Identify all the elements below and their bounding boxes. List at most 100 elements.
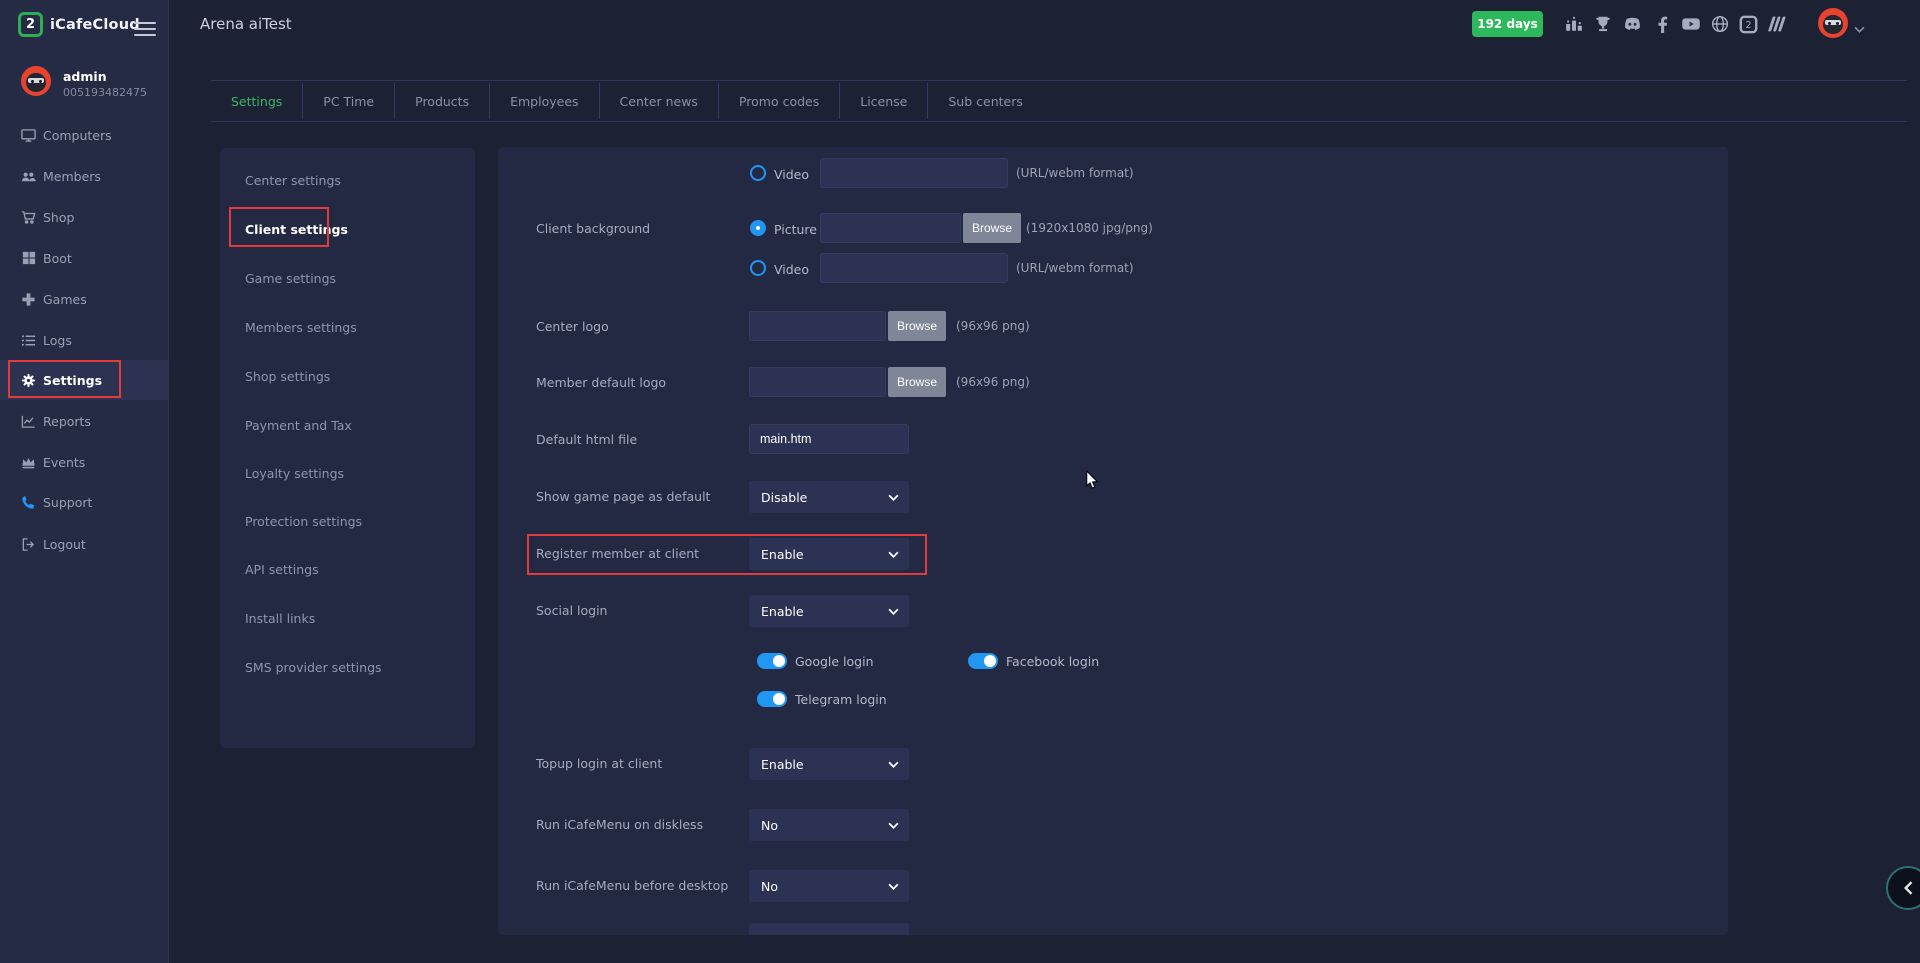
tab-license[interactable]: License	[840, 81, 927, 121]
field-label: Topup login at client	[536, 756, 662, 771]
chevron-down-icon[interactable]	[1854, 18, 1865, 37]
layers-icon[interactable]	[1767, 13, 1789, 35]
logout-icon	[21, 537, 36, 552]
telegram-login-toggle[interactable]	[757, 691, 787, 707]
settings-tabbar: Settings PC Time Products Employees Cent…	[211, 80, 1907, 122]
social-login-select[interactable]: Enable	[749, 595, 909, 627]
panel-collapse-button[interactable]	[1886, 866, 1920, 910]
menu-item-loyalty-settings[interactable]: Loyalty settings	[220, 456, 475, 490]
background-video-hint: (URL/webm format)	[1016, 261, 1134, 275]
svg-text:2: 2	[1745, 20, 1751, 31]
list-icon	[21, 333, 36, 348]
phone-icon	[21, 495, 36, 510]
sidebar-item-label: Games	[43, 292, 87, 307]
sidebar-item-games[interactable]: Games	[0, 279, 169, 319]
page-title: Arena aiTest	[200, 15, 292, 33]
menu-item-sms-provider-settings[interactable]: SMS provider settings	[220, 650, 475, 684]
sidebar-item-label: Computers	[43, 128, 112, 143]
tab-pc-time[interactable]: PC Time	[303, 81, 394, 121]
select-value: No	[761, 879, 778, 894]
video-url-input[interactable]	[820, 158, 1008, 188]
background-picture-input[interactable]	[820, 213, 961, 243]
menu-item-shop-settings[interactable]: Shop settings	[220, 359, 475, 393]
sidebar-item-logs[interactable]: Logs	[0, 320, 169, 360]
tab-products[interactable]: Products	[395, 81, 489, 121]
sidebar-item-label: Shop	[43, 210, 74, 225]
windows-icon	[21, 251, 36, 266]
ninja-avatar-icon	[26, 73, 45, 92]
video-radio[interactable]	[750, 165, 766, 181]
google-login-toggle[interactable]	[757, 653, 787, 669]
logo-glyph: 2	[26, 17, 35, 32]
sidebar-item-label: Reports	[43, 414, 91, 429]
background-video-radio[interactable]	[750, 260, 766, 276]
tab-sub-centers[interactable]: Sub centers	[928, 81, 1043, 121]
center-logo-input[interactable]	[749, 311, 886, 341]
sidebar-item-reports[interactable]: Reports	[0, 401, 169, 441]
video-url-hint: (URL/webm format)	[1016, 166, 1134, 180]
menu-item-api-settings[interactable]: API settings	[220, 552, 475, 586]
sidebar-item-members[interactable]: Members	[0, 156, 169, 196]
default-html-file-input[interactable]	[749, 424, 909, 454]
tab-center-news[interactable]: Center news	[600, 81, 718, 121]
sidebar-item-settings[interactable]: Settings	[0, 360, 169, 400]
icafecloud-mark-icon[interactable]: 2	[1737, 13, 1759, 35]
video-radio-label: Video	[774, 167, 809, 182]
register-member-select[interactable]: Enable	[749, 538, 909, 570]
youtube-icon[interactable]	[1680, 13, 1702, 35]
sidebar-item-computers[interactable]: Computers	[0, 115, 169, 155]
gamepad-icon	[21, 292, 36, 307]
logo-text: iCafeCloud	[50, 17, 140, 33]
discord-icon[interactable]	[1621, 13, 1643, 35]
field-label: Run iCafeMenu before desktop	[536, 878, 728, 893]
license-days-badge[interactable]: 192 days	[1472, 11, 1543, 37]
sidebar-item-logout[interactable]: Logout	[0, 524, 169, 564]
field-label: Center logo	[536, 319, 609, 334]
settings-menu-panel: Center settings Client settings Game set…	[220, 148, 475, 748]
sidebar-item-events[interactable]: Events	[0, 442, 169, 482]
menu-item-game-settings[interactable]: Game settings	[220, 261, 475, 295]
facebook-login-label: Facebook login	[1006, 654, 1099, 669]
trophy-icon[interactable]	[1592, 13, 1614, 35]
menu-item-install-links[interactable]: Install links	[220, 601, 475, 635]
app-logo[interactable]: 2 iCafeCloud	[18, 12, 140, 37]
tab-employees[interactable]: Employees	[490, 81, 598, 121]
cart-icon	[21, 210, 36, 225]
picture-radio[interactable]	[750, 220, 766, 236]
user-id: 005193482475	[63, 86, 147, 99]
center-logo-browse-button[interactable]: Browse	[888, 311, 946, 341]
run-icafemenu-diskless-select[interactable]: No	[749, 809, 909, 841]
hamburger-menu-icon[interactable]	[134, 18, 156, 40]
topup-login-select[interactable]: Enable	[749, 748, 909, 780]
sidebar-item-shop[interactable]: Shop	[0, 197, 169, 237]
sidebar-item-support[interactable]: Support	[0, 482, 169, 522]
menu-item-payment-and-tax[interactable]: Payment and Tax	[220, 408, 475, 442]
run-icafemenu-before-desktop-select[interactable]: No	[749, 870, 909, 902]
facebook-login-toggle[interactable]	[968, 653, 998, 669]
sidebar-item-label: Members	[43, 169, 101, 184]
background-picture-browse-button[interactable]: Browse	[963, 213, 1021, 243]
telegram-login-label: Telegram login	[795, 692, 887, 707]
client-settings-form: Video (URL/webm format) Client backgroun…	[498, 147, 1728, 935]
facebook-icon[interactable]	[1652, 13, 1674, 35]
menu-item-client-settings[interactable]: Client settings	[220, 212, 475, 246]
field-label: Show game page as default	[536, 489, 710, 504]
clipped-next-select[interactable]	[749, 923, 909, 935]
member-default-logo-browse-button[interactable]: Browse	[888, 367, 946, 397]
tab-promo-codes[interactable]: Promo codes	[719, 81, 839, 121]
menu-item-center-settings[interactable]: Center settings	[220, 163, 475, 197]
globe-icon[interactable]	[1709, 13, 1731, 35]
show-game-page-select[interactable]: Disable	[749, 481, 909, 513]
background-video-input[interactable]	[820, 253, 1008, 283]
menu-item-members-settings[interactable]: Members settings	[220, 310, 475, 344]
header-avatar[interactable]	[1818, 8, 1848, 38]
menu-item-protection-settings[interactable]: Protection settings	[220, 504, 475, 538]
sidebar-item-boot[interactable]: Boot	[0, 238, 169, 278]
field-label: Default html file	[536, 432, 637, 447]
field-label: Member default logo	[536, 375, 666, 390]
ranking-icon[interactable]	[1563, 13, 1585, 35]
field-label: Client background	[536, 221, 650, 236]
user-avatar[interactable]	[21, 66, 51, 96]
member-default-logo-input[interactable]	[749, 367, 886, 397]
tab-settings[interactable]: Settings	[211, 81, 302, 121]
